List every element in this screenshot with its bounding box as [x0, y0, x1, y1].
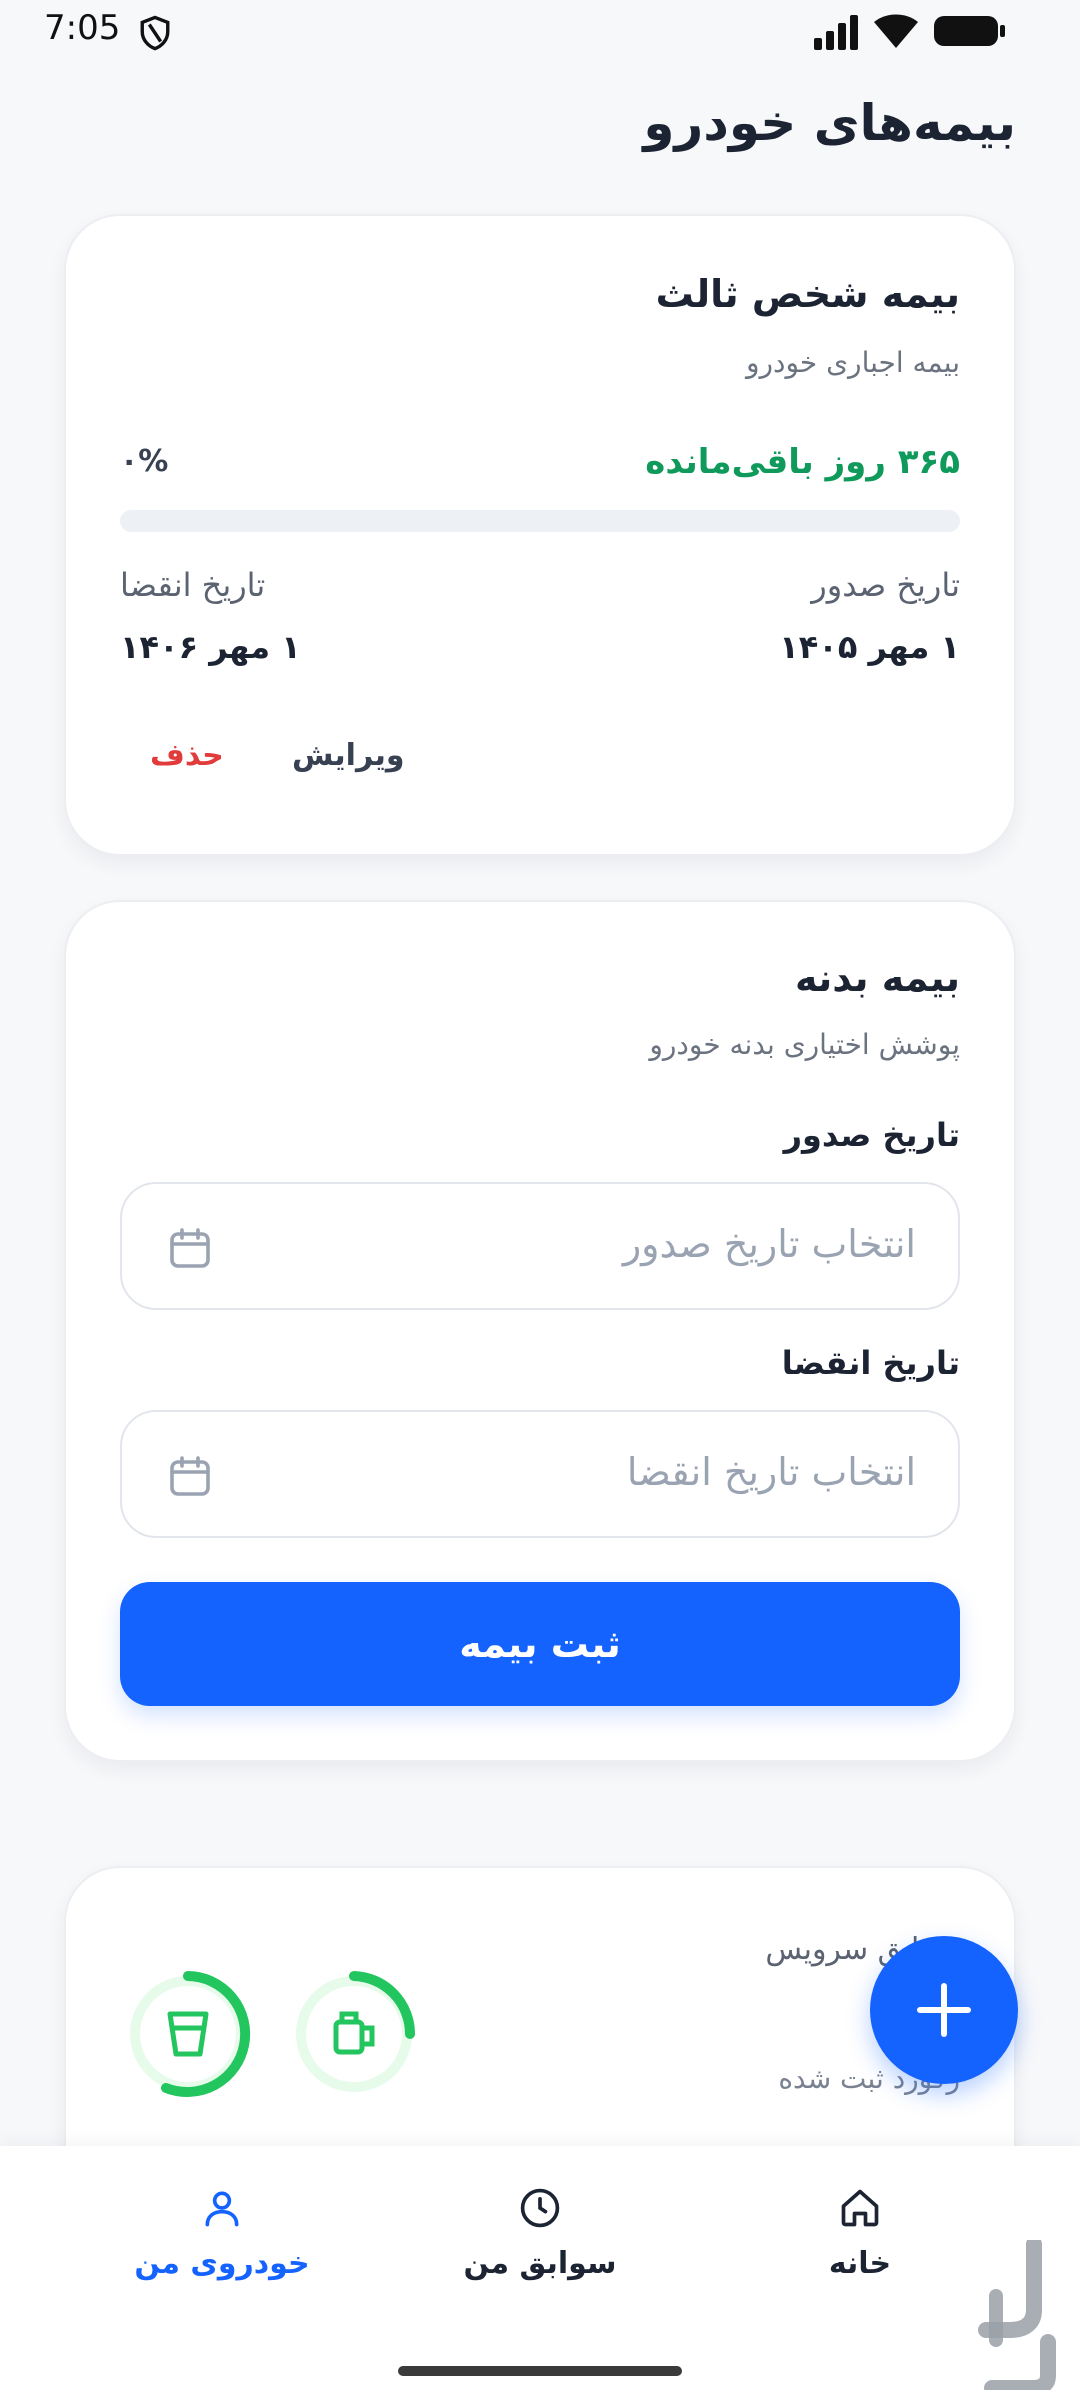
nav-item-history[interactable]: سوابق من: [420, 2186, 660, 2306]
store-logo-watermark: [978, 2240, 1056, 2390]
issue-date-picker[interactable]: انتخاب تاریخ صدور: [120, 1182, 960, 1310]
home-indicator[interactable]: [398, 2366, 682, 2376]
nav-item-my-car[interactable]: خودروی من: [102, 2186, 342, 2306]
body-insurance-card: بیمه بدنه پوشش اختیاری بدنه خودرو تاریخ …: [64, 900, 1016, 1762]
expiry-date-picker[interactable]: انتخاب تاریخ انقضا: [120, 1410, 960, 1538]
page-title: بیمه‌های خودرو: [643, 94, 1016, 152]
nav-label-history: سوابق من: [463, 2246, 617, 2281]
expiry-date-placeholder: انتخاب تاریخ انقضا: [626, 1450, 916, 1494]
shield-icon: [140, 15, 170, 51]
bottom-navigation: خانه سوابق من خودروی من: [0, 2146, 1080, 2400]
submit-insurance-button[interactable]: ثبت بیمه: [120, 1582, 960, 1706]
wifi-icon: [874, 14, 918, 48]
home-icon: [841, 2189, 879, 2227]
engine-oil-gauge: [296, 1971, 415, 2092]
issue-date-value: ۱ مهر ۱۴۰۵: [779, 628, 960, 666]
issue-date-label: تاریخ صدور: [811, 566, 960, 604]
filter-gauge: [130, 1971, 251, 2097]
signal-icon: [814, 15, 858, 50]
calendar-icon: [170, 1456, 210, 1496]
third-party-insurance-card: بیمه شخص ثالث بیمه اجباری خودرو ۳۶۵ روز …: [64, 214, 1016, 856]
status-time: 7:05: [44, 8, 121, 48]
card-title: بیمه بدنه: [794, 956, 960, 1000]
card-subtitle: پوشش اختیاری بدنه خودرو: [649, 1028, 960, 1061]
days-remaining: ۳۶۵ روز باقی‌مانده: [645, 442, 960, 482]
expiry-date-label: تاریخ انقضا: [120, 566, 266, 604]
clock-icon: [520, 2188, 560, 2228]
calendar-icon: [170, 1228, 210, 1268]
progress-percent: ۰%: [120, 444, 169, 479]
status-bar: 7:05: [0, 0, 1080, 62]
expiry-date-value: ۱ مهر ۱۴۰۶: [120, 628, 301, 666]
add-fab-button[interactable]: [870, 1936, 1018, 2084]
progress-bar: [120, 510, 960, 532]
user-icon: [205, 2191, 239, 2227]
edit-button[interactable]: ویرایش: [292, 738, 405, 773]
nav-item-home[interactable]: خانه: [740, 2186, 980, 2306]
battery-icon: [934, 16, 1005, 46]
expiry-date-field-label: تاریخ انقضا: [781, 1344, 960, 1382]
plus-icon: [917, 1983, 971, 2037]
nav-label-my-car: خودروی من: [134, 2246, 310, 2281]
screen: 7:05 بیمه‌های خودرو بیمه شخص ثالث بیمه ا…: [0, 0, 1080, 2400]
issue-date-placeholder: انتخاب تاریخ صدور: [622, 1222, 916, 1266]
card-title: بیمه شخص ثالث: [655, 272, 960, 316]
delete-button[interactable]: حذف: [150, 738, 224, 773]
card-subtitle: بیمه اجباری خودرو: [745, 346, 960, 379]
nav-label-home: خانه: [828, 2246, 892, 2281]
issue-date-field-label: تاریخ صدور: [783, 1116, 960, 1154]
